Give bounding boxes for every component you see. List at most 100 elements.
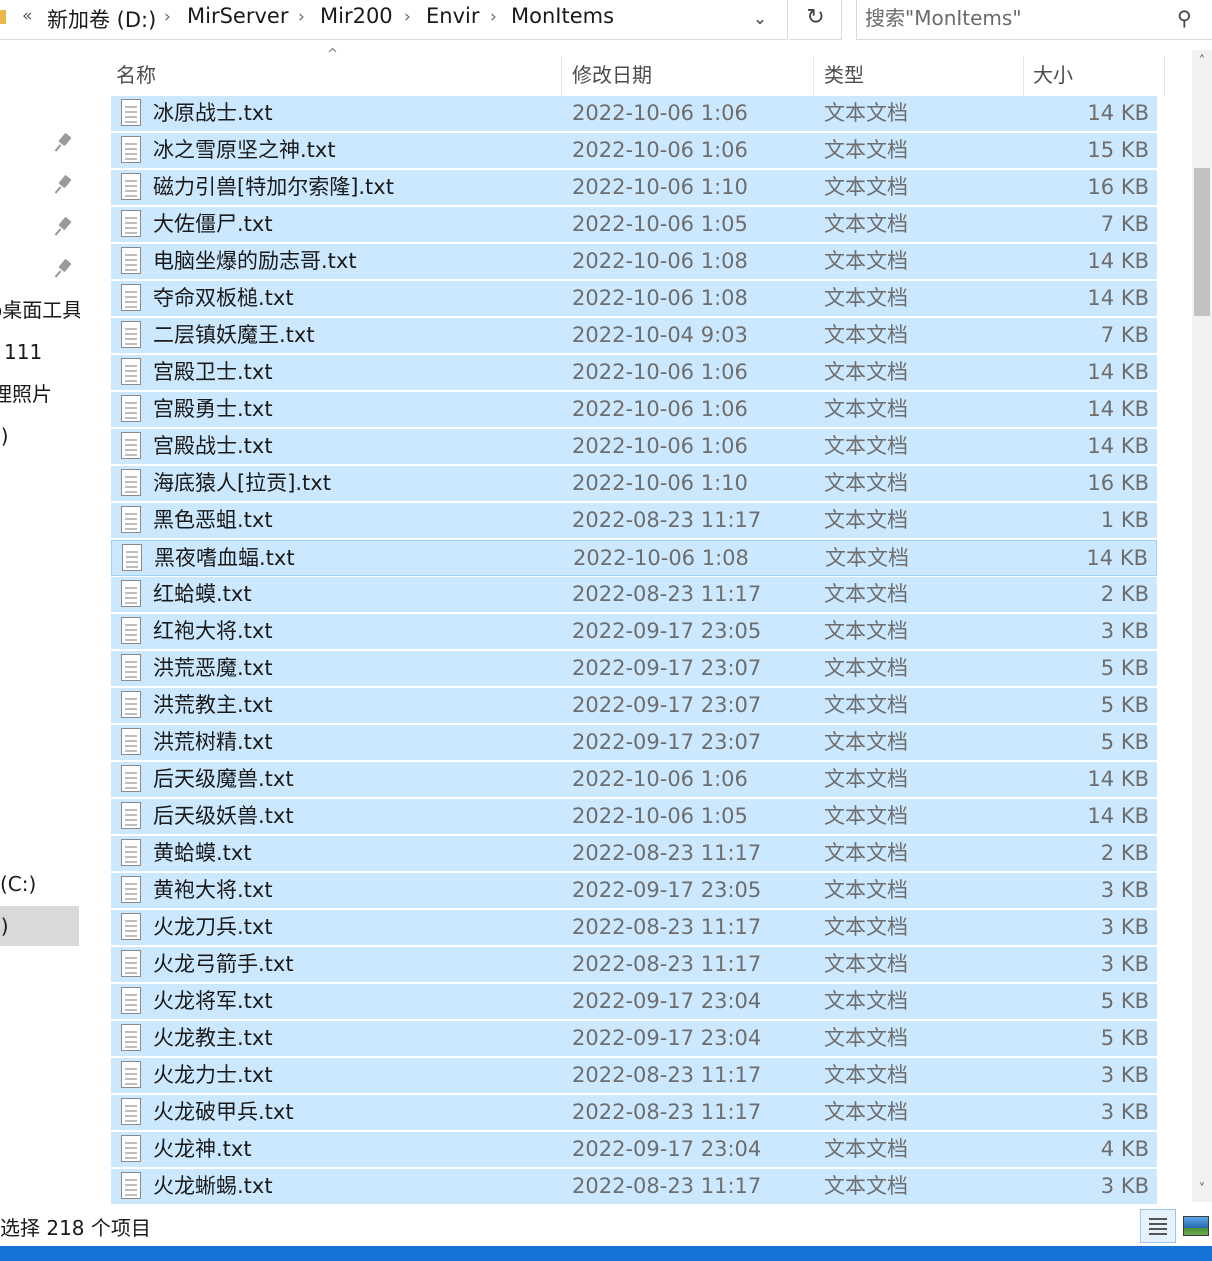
file-row[interactable]: 火龙破甲兵.txt 2022-08-23 11:17 文本文档 3 KB (111, 1095, 1157, 1131)
file-row[interactable]: 海底猿人[拉贡].txt 2022-10-06 1:10 文本文档 16 KB (111, 466, 1157, 502)
file-size: 14 KB (1087, 767, 1149, 791)
text-file-icon (121, 654, 141, 681)
breadcrumb-separator-icon[interactable]: › (490, 7, 497, 27)
file-modified: 2022-09-17 23:05 (572, 619, 762, 643)
file-name: 火龙蜥蜴.txt (153, 1174, 273, 1198)
file-modified: 2022-08-23 11:17 (572, 1100, 762, 1124)
file-row[interactable]: 宫殿战士.txt 2022-10-06 1:06 文本文档 14 KB (111, 429, 1157, 465)
file-row[interactable]: 洪荒树精.txt 2022-09-17 23:07 文本文档 5 KB (111, 725, 1157, 761)
file-row[interactable]: 火龙刀兵.txt 2022-08-23 11:17 文本文档 3 KB (111, 910, 1157, 946)
file-modified: 2022-10-06 1:06 (572, 101, 748, 125)
file-row[interactable]: 火龙神.txt 2022-09-17 23:04 文本文档 4 KB (111, 1132, 1157, 1168)
file-name: 电脑坐爆的励志哥.txt (153, 249, 357, 273)
file-row[interactable]: 洪荒教主.txt 2022-09-17 23:07 文本文档 5 KB (111, 688, 1157, 724)
breadcrumb-drive[interactable]: 新加卷 (D:) (47, 4, 156, 34)
text-file-icon (121, 802, 141, 829)
breadcrumb-monitems[interactable]: MonItems (511, 4, 614, 28)
file-type: 文本文档 (824, 1026, 908, 1050)
file-row[interactable]: 后天级妖兽.txt 2022-10-06 1:05 文本文档 14 KB (111, 799, 1157, 835)
breadcrumb-envir[interactable]: Envir (426, 4, 479, 28)
file-modified: 2022-09-17 23:05 (572, 878, 762, 902)
file-size: 5 KB (1100, 1026, 1149, 1050)
file-row[interactable]: 宫殿勇士.txt 2022-10-06 1:06 文本文档 14 KB (111, 392, 1157, 428)
breadcrumb-separator-icon[interactable]: › (298, 7, 305, 27)
file-row[interactable]: 冰之雪原坚之神.txt 2022-10-06 1:06 文本文档 15 KB (111, 133, 1157, 169)
details-view-button[interactable] (1140, 1209, 1176, 1243)
file-modified: 2022-10-06 1:06 (572, 767, 748, 791)
scroll-up-icon[interactable]: ˄ (1192, 50, 1212, 74)
breadcrumb-separator-icon[interactable]: › (164, 7, 171, 27)
text-file-icon (121, 506, 141, 533)
breadcrumb-overflow-icon[interactable]: « (22, 6, 32, 26)
file-modified: 2022-08-23 11:17 (572, 841, 762, 865)
nav-item-drive-c[interactable]: (C:) (0, 864, 80, 904)
vertical-scrollbar[interactable]: ˄ ˅ (1192, 50, 1212, 1202)
breadcrumb-separator-icon[interactable]: › (404, 7, 411, 27)
file-row[interactable]: 火龙教主.txt 2022-09-17 23:04 文本文档 5 KB (111, 1021, 1157, 1057)
file-type: 文本文档 (824, 175, 908, 199)
address-box[interactable]: « 新加卷 (D:) › MirServer › Mir200 › Envir … (0, 0, 788, 40)
refresh-button[interactable]: ↻ (790, 0, 842, 40)
file-name: 火龙力士.txt (153, 1063, 273, 1087)
file-modified: 2022-09-17 23:04 (572, 989, 762, 1013)
text-file-icon (121, 913, 141, 940)
file-row[interactable]: 磁力引兽[特加尔索隆].txt 2022-10-06 1:10 文本文档 16 KB (111, 170, 1157, 206)
scroll-thumb[interactable] (1194, 168, 1210, 316)
file-row[interactable]: 夺命双板槌.txt 2022-10-06 1:08 文本文档 14 KB (111, 281, 1157, 317)
nav-item-label: 理照片 (0, 382, 52, 406)
file-row[interactable]: 宫殿卫士.txt 2022-10-06 1:06 文本文档 14 KB (111, 355, 1157, 391)
column-type[interactable]: 类型 (818, 56, 1024, 96)
search-icon[interactable]: ⚲ (1177, 6, 1192, 30)
file-name: 火龙神.txt (153, 1137, 252, 1161)
file-row[interactable]: 红袍大将.txt 2022-09-17 23:05 文本文档 3 KB (111, 614, 1157, 650)
file-size: 16 KB (1087, 471, 1149, 495)
chevron-down-icon[interactable]: ⌄ (742, 4, 778, 34)
file-type: 文本文档 (824, 656, 908, 680)
scroll-down-icon[interactable]: ˅ (1192, 1178, 1212, 1202)
status-bar: 选择 218 个项目 (0, 1206, 1212, 1246)
column-name[interactable]: 名称 (110, 56, 562, 96)
search-input[interactable] (865, 2, 1165, 34)
address-bar: « 新加卷 (D:) › MirServer › Mir200 › Envir … (0, 0, 1212, 40)
file-name: 洪荒教主.txt (153, 693, 273, 717)
file-row[interactable]: 大佐僵尸.txt 2022-10-06 1:05 文本文档 7 KB (111, 207, 1157, 243)
text-file-icon (121, 617, 141, 644)
file-row[interactable]: 后天级魔兽.txt 2022-10-06 1:06 文本文档 14 KB (111, 762, 1157, 798)
file-row[interactable]: 火龙弓箭手.txt 2022-08-23 11:17 文本文档 3 KB (111, 947, 1157, 983)
file-type: 文本文档 (824, 138, 908, 162)
column-size[interactable]: 大小 (1027, 56, 1165, 96)
text-file-icon (121, 173, 141, 200)
nav-item-drive-d[interactable]: :) (0, 906, 79, 946)
file-row[interactable]: 冰原战士.txt 2022-10-06 1:06 文本文档 14 KB (111, 96, 1157, 132)
file-row[interactable]: 电脑坐爆的励志哥.txt 2022-10-06 1:08 文本文档 14 KB (111, 244, 1157, 280)
file-size: 3 KB (1100, 1100, 1149, 1124)
file-row[interactable]: 黑夜嗜血蝠.txt 2022-10-06 1:08 文本文档 14 KB (111, 540, 1157, 576)
nav-item-photos[interactable]: 理照片 (0, 374, 80, 414)
file-row[interactable]: 红蛤蟆.txt 2022-08-23 11:17 文本文档 2 KB (111, 577, 1157, 613)
file-size: 3 KB (1100, 1063, 1149, 1087)
file-size: 5 KB (1100, 989, 1149, 1013)
breadcrumb-mir200[interactable]: Mir200 (320, 4, 393, 28)
nav-item-drive[interactable]: :) (0, 416, 80, 456)
file-row[interactable]: 二层镇妖魔王.txt 2022-10-04 9:03 文本文档 7 KB (111, 318, 1157, 354)
file-row[interactable]: 火龙将军.txt 2022-09-17 23:04 文本文档 5 KB (111, 984, 1157, 1020)
text-file-icon (121, 691, 141, 718)
file-size: 5 KB (1100, 693, 1149, 717)
nav-item-desktop-tools[interactable]: o桌面工具 (0, 290, 80, 330)
file-row[interactable]: 火龙蜥蜴.txt 2022-08-23 11:17 文本文档 3 KB (111, 1169, 1157, 1205)
breadcrumb-mirserver[interactable]: MirServer (187, 4, 288, 28)
file-modified: 2022-10-06 1:06 (572, 397, 748, 421)
file-row[interactable]: 黄蛤蟆.txt 2022-08-23 11:17 文本文档 2 KB (111, 836, 1157, 872)
search-box[interactable]: ⚲ (856, 0, 1212, 40)
nav-item-111[interactable]: 111 (0, 332, 80, 372)
large-icons-view-button[interactable] (1182, 1212, 1209, 1238)
file-row[interactable]: 火龙力士.txt 2022-08-23 11:17 文本文档 3 KB (111, 1058, 1157, 1094)
column-modified[interactable]: 修改日期 (566, 56, 814, 96)
file-row[interactable]: 黄袍大将.txt 2022-09-17 23:05 文本文档 3 KB (111, 873, 1157, 909)
file-name: 冰原战士.txt (153, 101, 273, 125)
file-type: 文本文档 (824, 286, 908, 310)
file-row[interactable]: 洪荒恶魔.txt 2022-09-17 23:07 文本文档 5 KB (111, 651, 1157, 687)
file-name: 火龙破甲兵.txt (153, 1100, 294, 1124)
file-row[interactable]: 黑色恶蛆.txt 2022-08-23 11:17 文本文档 1 KB (111, 503, 1157, 539)
file-type: 文本文档 (824, 1137, 908, 1161)
